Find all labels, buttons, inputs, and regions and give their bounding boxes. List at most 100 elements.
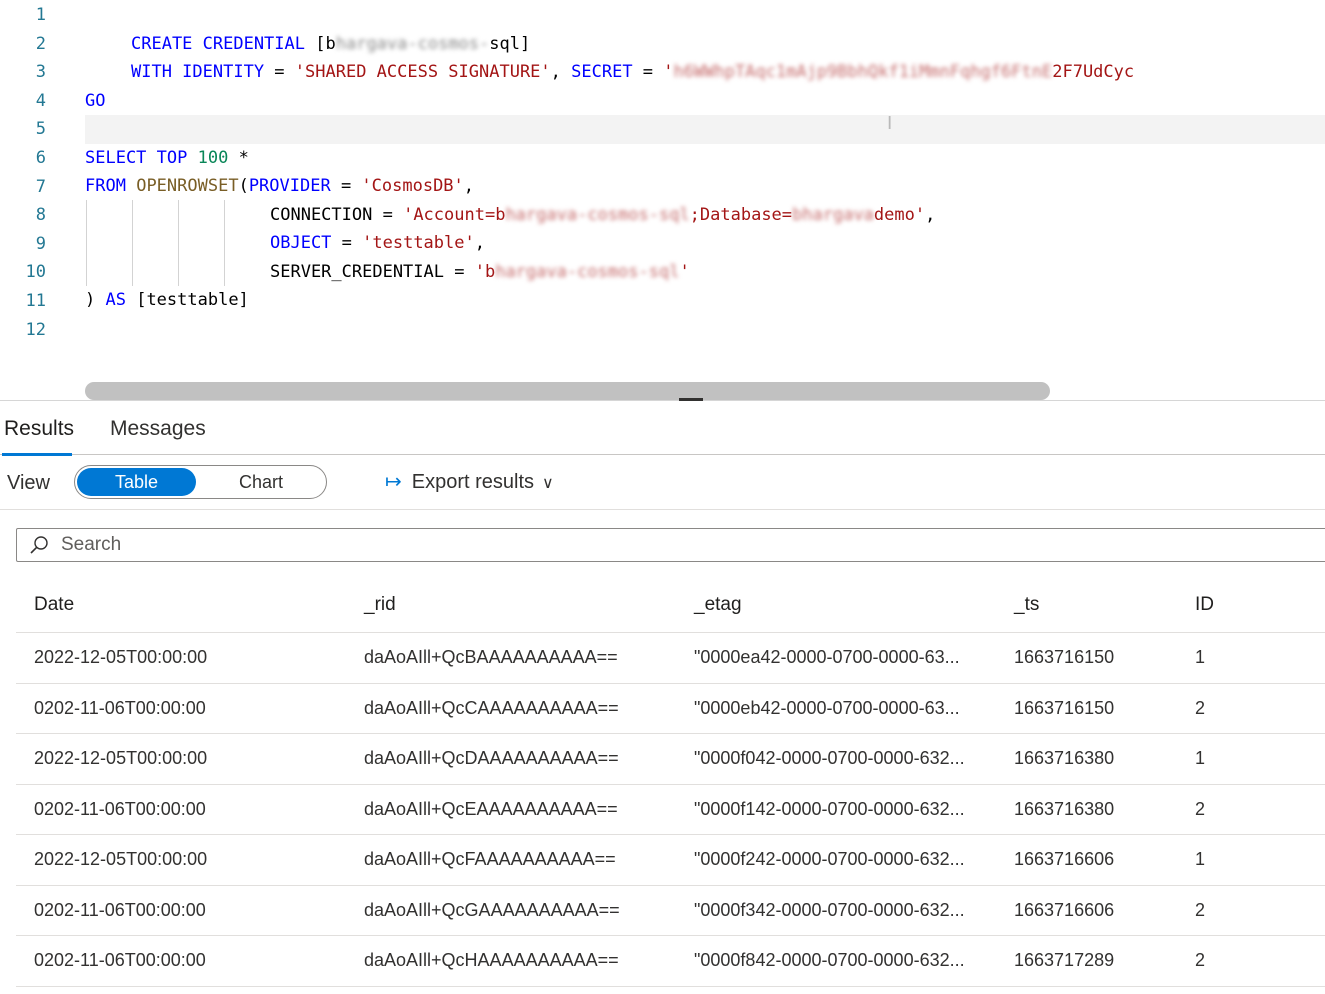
code-line-4[interactable]: GO bbox=[85, 87, 105, 116]
cell-ts: 1663716150 bbox=[1014, 647, 1115, 668]
line-number: 5 bbox=[35, 119, 46, 140]
table-toggle-option[interactable]: Table bbox=[77, 468, 196, 496]
code-line-11[interactable]: ) AS [testtable] bbox=[85, 286, 249, 315]
search-input[interactable] bbox=[59, 531, 963, 559]
horizontal-scrollbar[interactable] bbox=[85, 382, 1050, 400]
punctuation: , bbox=[463, 176, 475, 196]
string-literal: 'SHARED ACCESS SIGNATURE' bbox=[294, 62, 551, 82]
current-line-highlight[interactable] bbox=[85, 115, 1325, 144]
operator: = bbox=[264, 62, 295, 82]
string-literal: 'b bbox=[474, 262, 496, 282]
cell-id: 1 bbox=[1195, 849, 1206, 870]
active-tab-indicator bbox=[2, 453, 72, 456]
operator: = bbox=[632, 62, 664, 82]
operator: = bbox=[444, 262, 475, 282]
column-header-etag[interactable]: _etag bbox=[694, 578, 742, 632]
column-header-ts[interactable]: _ts bbox=[1014, 578, 1039, 632]
identifier: b bbox=[325, 34, 336, 54]
identifier: SERVER_CREDENTIAL bbox=[270, 262, 444, 282]
cell-date: 0202-11-06T00:00:00 bbox=[34, 950, 206, 971]
code-line-2-wrapper bbox=[0, 1, 1325, 30]
table-row[interactable]: 0202-11-06T00:00:00 daAoAIll+QcHAAAAAAAAA… bbox=[16, 936, 1325, 987]
table-row[interactable]: 0202-11-06T00:00:00 daAoAIll+QcGAAAAAAAAA… bbox=[16, 886, 1325, 936]
table-chart-toggle[interactable]: Table Chart bbox=[74, 465, 327, 499]
table-row[interactable]: 2022-12-05T00:00:00 daAoAIll+QcBAAAAAAAAA… bbox=[16, 633, 1325, 684]
pane-resize-handle[interactable] bbox=[679, 398, 703, 401]
cell-id: 1 bbox=[1195, 647, 1206, 668]
table-row[interactable]: 2022-12-05T00:00:00 daAoAIll+QcFAAAAAAAAA… bbox=[16, 835, 1325, 886]
cell-id: 2 bbox=[1195, 697, 1206, 718]
line-number: 12 bbox=[25, 319, 46, 340]
column-header-date[interactable]: Date bbox=[34, 578, 74, 632]
export-arrow-icon: ↦ bbox=[385, 471, 402, 493]
punctuation: , bbox=[550, 62, 572, 82]
line-number: 6 bbox=[35, 148, 46, 168]
code-line-8[interactable]: CONNECTION = 'Account=bhargava-cosmos-sq… bbox=[270, 201, 935, 230]
results-tabs: Results Messages bbox=[0, 405, 1325, 455]
code-line-10[interactable]: SERVER_CREDENTIAL = 'bhargava-cosmos-sql… bbox=[270, 258, 690, 287]
table-row[interactable]: 0202-11-06T00:00:00 daAoAIll+QcCAAAAAAAAA… bbox=[16, 684, 1325, 734]
indent-guide bbox=[86, 200, 87, 286]
operator: = bbox=[330, 176, 362, 196]
cell-id: 2 bbox=[1195, 798, 1206, 819]
cell-ts: 1663716606 bbox=[1014, 899, 1115, 920]
cell-id: 1 bbox=[1195, 748, 1206, 769]
pane-divider bbox=[0, 400, 1325, 401]
line-number: 10 bbox=[25, 262, 46, 283]
cell-rid: daAoAIll+QcEAAAAAAAAAA== bbox=[364, 798, 618, 819]
cell-ts: 1663716380 bbox=[1014, 748, 1115, 769]
export-results-button[interactable]: ↦ Export results ∨ bbox=[385, 469, 554, 495]
function-name: OPENROWSET bbox=[136, 176, 239, 196]
code-line-3[interactable]: WITH IDENTITY = 'SHARED ACCESS SIGNATURE… bbox=[131, 58, 1134, 87]
line-number: 9 bbox=[35, 233, 46, 254]
cell-rid: daAoAIll+QcHAAAAAAAAAA== bbox=[364, 950, 619, 971]
cell-rid: daAoAIll+QcDAAAAAAAAAA== bbox=[364, 748, 619, 769]
cell-ts: 1663716150 bbox=[1014, 697, 1115, 718]
code-line-9[interactable]: OBJECT = 'testtable', bbox=[270, 229, 485, 258]
indent-guide bbox=[178, 200, 179, 286]
string-literal: 'testtable' bbox=[362, 233, 475, 253]
code-line-7[interactable]: FROM OPENROWSET(PROVIDER = 'CosmosDB', bbox=[85, 172, 474, 201]
line-number: 11 bbox=[25, 291, 46, 311]
code-line-2[interactable]: CREATE CREDENTIAL [bhargava-cosmos-sql] bbox=[131, 30, 530, 59]
search-box[interactable] bbox=[16, 528, 1325, 562]
column-header-id[interactable]: ID bbox=[1195, 578, 1214, 632]
table-row[interactable]: 0202-11-06T00:00:00 daAoAIll+QcEAAAAAAAAA… bbox=[16, 785, 1325, 835]
string-literal: 'Account=b bbox=[403, 205, 506, 225]
cell-etag: "0000f042-0000-0700-0000-632... bbox=[694, 748, 965, 769]
chart-toggle-option[interactable]: Chart bbox=[200, 468, 322, 496]
table-row[interactable]: 2022-12-05T00:00:00 daAoAIll+QcDAAAAAAAAA… bbox=[16, 734, 1325, 785]
view-label: View bbox=[7, 472, 50, 494]
table-header-row: Date _rid _etag _ts ID bbox=[16, 578, 1325, 633]
cell-ts: 1663717289 bbox=[1014, 950, 1115, 971]
redacted-text: hargava-cosmos-sql bbox=[505, 205, 690, 225]
tab-results[interactable]: Results bbox=[4, 417, 74, 441]
indent-guide bbox=[132, 200, 133, 286]
cell-date: 0202-11-06T00:00:00 bbox=[34, 697, 206, 718]
punctuation: ( bbox=[238, 176, 249, 196]
keyword: SECRET bbox=[571, 62, 633, 82]
number-literal: 100 bbox=[197, 148, 229, 168]
identifier: sql] bbox=[489, 34, 531, 54]
operator: * bbox=[228, 148, 249, 168]
toolbar-divider bbox=[0, 509, 1325, 510]
cell-rid: daAoAIll+QcFAAAAAAAAAA== bbox=[364, 849, 616, 870]
sql-editor[interactable]: 1 2 3 4 5 6 7 8 9 10 11 12 CREATE CREDENTIAL [bharg… bbox=[0, 0, 1325, 400]
punctuation: , bbox=[925, 205, 936, 225]
cell-date: 2022-12-05T00:00:00 bbox=[34, 647, 208, 668]
code-line-6[interactable]: SELECT TOP 100 * bbox=[85, 144, 249, 173]
cell-etag: "0000f342-0000-0700-0000-632... bbox=[694, 899, 965, 920]
column-header-rid[interactable]: _rid bbox=[364, 578, 396, 632]
search-icon bbox=[30, 536, 48, 554]
string-literal: 2F7UdCyc bbox=[1052, 62, 1135, 82]
keyword: GO bbox=[85, 91, 106, 111]
operator: = bbox=[372, 205, 404, 225]
indent-guide bbox=[224, 200, 225, 286]
line-number: 3 bbox=[35, 62, 46, 83]
cell-date: 0202-11-06T00:00:00 bbox=[34, 899, 206, 920]
tab-messages[interactable]: Messages bbox=[110, 417, 206, 441]
redacted-text: h6WWhpTAqc1mAjp9BbhQkf1iMmnFqhgf6FtnE bbox=[673, 62, 1053, 82]
cell-id: 2 bbox=[1195, 899, 1206, 920]
